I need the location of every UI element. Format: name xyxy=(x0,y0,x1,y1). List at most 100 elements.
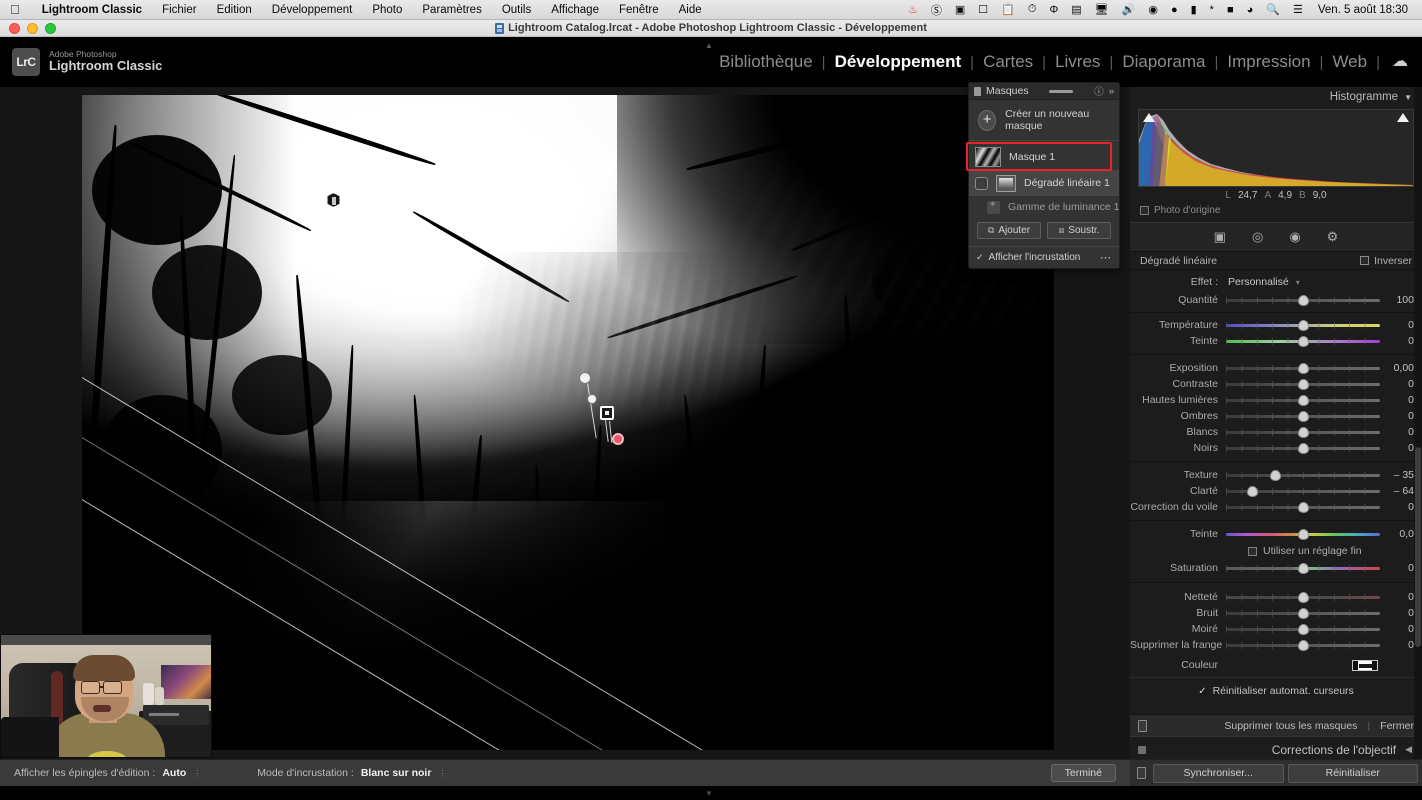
slider-value[interactable]: 0 xyxy=(1380,378,1414,390)
slider-knob[interactable] xyxy=(1298,410,1309,422)
slider-knob[interactable] xyxy=(1298,501,1309,513)
module-bibliotheque[interactable]: Bibliothèque xyxy=(710,52,822,72)
menu-fichier[interactable]: Fichier xyxy=(152,4,207,16)
triangle-down-icon[interactable]: ▼ xyxy=(1404,93,1412,102)
slider-knob[interactable] xyxy=(1298,607,1309,619)
slider-value[interactable]: 100 xyxy=(1380,294,1414,306)
menu-fenetre[interactable]: Fenêtre xyxy=(609,4,669,16)
slider-track[interactable] xyxy=(1226,426,1380,438)
masking-icon[interactable]: ⚙ xyxy=(1327,229,1339,245)
triangle-left-icon[interactable]: ◀ xyxy=(1396,744,1412,755)
panel-switch-icon[interactable] xyxy=(1137,767,1146,779)
checkbox-icon[interactable] xyxy=(1248,546,1257,556)
right-panel-scrollbar[interactable] xyxy=(1414,87,1422,759)
checkbox-checked-icon[interactable]: ✓ xyxy=(1198,686,1206,697)
slider-bruit[interactable]: Bruit 0 xyxy=(1130,605,1422,621)
overlay-mode-value[interactable]: Blanc sur noir xyxy=(361,767,432,779)
slider-track[interactable] xyxy=(1226,335,1380,347)
close-mask-panel-button[interactable]: Fermer xyxy=(1380,720,1414,732)
slider-ombres[interactable]: Ombres 0 xyxy=(1130,408,1422,424)
slider-teinte-hue[interactable]: Teinte 0,0 xyxy=(1130,526,1422,542)
auto-reset-sliders-toggle[interactable]: ✓ Réinitialiser automat. curseurs xyxy=(1130,677,1422,705)
slider-value[interactable]: 0 xyxy=(1380,442,1414,454)
slider-knob[interactable] xyxy=(1298,528,1309,540)
panel-switch-icon[interactable] xyxy=(1138,719,1147,732)
scrollbar-thumb[interactable] xyxy=(1415,447,1421,647)
screen-record-icon[interactable]: ▣ xyxy=(949,3,971,16)
slider-value[interactable]: 0 xyxy=(1380,562,1414,574)
help-icon[interactable]: ⓘ xyxy=(1094,84,1104,98)
effect-preset-row[interactable]: Effet : Personnalisé ▾ xyxy=(1130,270,1422,292)
wifi-icon[interactable]: ◕ xyxy=(1241,4,1260,16)
reset-button[interactable]: Réinitialiser xyxy=(1287,763,1418,783)
slider-value[interactable]: 0 xyxy=(1380,394,1414,406)
gradient-end-handle[interactable] xyxy=(612,433,624,445)
menu-bar-clock[interactable]: Ven. 5 août 18:30 xyxy=(1310,4,1414,16)
slider-knob[interactable] xyxy=(1298,294,1309,306)
menu-edition[interactable]: Edition xyxy=(207,4,262,16)
menu-parametres[interactable]: Paramètres xyxy=(412,4,491,16)
slider-track[interactable] xyxy=(1226,639,1380,651)
binoculars-icon[interactable]: Φ xyxy=(1043,4,1064,16)
chevron-double-right-icon[interactable]: » xyxy=(1109,86,1114,97)
slider-value[interactable]: 0,0 xyxy=(1380,528,1414,540)
ellipsis-icon[interactable]: ⋯ xyxy=(1100,251,1112,264)
slider-track[interactable] xyxy=(1226,591,1380,603)
slider-moire[interactable]: Moiré 0 xyxy=(1130,621,1422,637)
highlight-clipping-indicator[interactable] xyxy=(1397,113,1409,122)
slider-exposition[interactable]: Exposition 0,00 xyxy=(1130,360,1422,376)
slider-value[interactable]: 0 xyxy=(1380,319,1414,331)
slider-track[interactable] xyxy=(1226,410,1380,422)
slider-clarte[interactable]: Clarté – 64 xyxy=(1130,483,1422,499)
red-eye-icon[interactable]: ◉ xyxy=(1289,229,1300,245)
slider-correction-du-voile[interactable]: Correction du voile 0 xyxy=(1130,499,1422,515)
color-swatch[interactable] xyxy=(1352,659,1378,671)
slider-knob[interactable] xyxy=(1298,319,1309,331)
slider-knob[interactable] xyxy=(1298,394,1309,406)
slider-value[interactable]: 0 xyxy=(1380,410,1414,422)
histogram-chart[interactable] xyxy=(1138,109,1414,187)
module-web[interactable]: Web xyxy=(1323,52,1376,72)
menu-outils[interactable]: Outils xyxy=(492,4,541,16)
plus-icon[interactable]: + xyxy=(978,109,997,131)
slider-knob[interactable] xyxy=(1298,562,1309,574)
menu-affichage[interactable]: Affichage xyxy=(541,4,609,16)
clipboard-icon[interactable]: 📋 xyxy=(995,3,1021,16)
effect-value[interactable]: Personnalisé xyxy=(1228,276,1289,288)
bottom-panel-toggle-arrow[interactable]: ▼ xyxy=(705,789,713,798)
slider-track[interactable] xyxy=(1226,485,1380,497)
slider-value[interactable]: 0,00 xyxy=(1380,362,1414,374)
slider-noirs[interactable]: Noirs 0 xyxy=(1130,440,1422,456)
slider-track[interactable] xyxy=(1226,442,1380,454)
clock-icon[interactable]: ⏱ xyxy=(1022,3,1043,16)
no-entry-icon[interactable]: Ⓢ xyxy=(925,2,948,18)
create-new-mask-button[interactable]: + Créer un nouveau masque xyxy=(969,100,1119,141)
slider-teinte-wb[interactable]: Teinte 0 xyxy=(1130,333,1422,349)
menu-photo[interactable]: Photo xyxy=(362,4,412,16)
fine-adjust-toggle[interactable]: Utiliser un réglage fin xyxy=(1130,542,1422,560)
subtract-mask-button[interactable]: ⧈ Soustr. xyxy=(1047,222,1111,239)
slider-knob[interactable] xyxy=(1298,362,1309,374)
slider-track[interactable] xyxy=(1226,294,1380,306)
slider-value[interactable]: 0 xyxy=(1380,501,1414,513)
slider-track[interactable] xyxy=(1226,562,1380,574)
original-photo-toggle[interactable]: Photo d'origine xyxy=(1130,203,1422,222)
slider-value[interactable]: 0 xyxy=(1380,591,1414,603)
slider-track[interactable] xyxy=(1226,378,1380,390)
slider-knob[interactable] xyxy=(1298,442,1309,454)
slider-track[interactable] xyxy=(1226,607,1380,619)
module-developpement[interactable]: Développement xyxy=(826,52,971,72)
slider-temperature[interactable]: Température 0 xyxy=(1130,317,1422,333)
slider-knob[interactable] xyxy=(1298,623,1309,635)
checkbox-icon[interactable] xyxy=(1140,206,1149,215)
slider-track[interactable] xyxy=(1226,394,1380,406)
histogram-header[interactable]: Histogramme ▼ xyxy=(1130,87,1422,107)
gradient-start-handle[interactable] xyxy=(579,372,591,384)
slider-track[interactable] xyxy=(1226,319,1380,331)
menu-developpement[interactable]: Développement xyxy=(262,4,363,16)
crop-icon[interactable]: ▣ xyxy=(1214,229,1226,245)
slider-knob[interactable] xyxy=(1298,426,1309,438)
slider-contraste[interactable]: Contraste 0 xyxy=(1130,376,1422,392)
panel-switch-icon[interactable] xyxy=(1138,745,1146,754)
slider-track[interactable] xyxy=(1226,501,1380,513)
